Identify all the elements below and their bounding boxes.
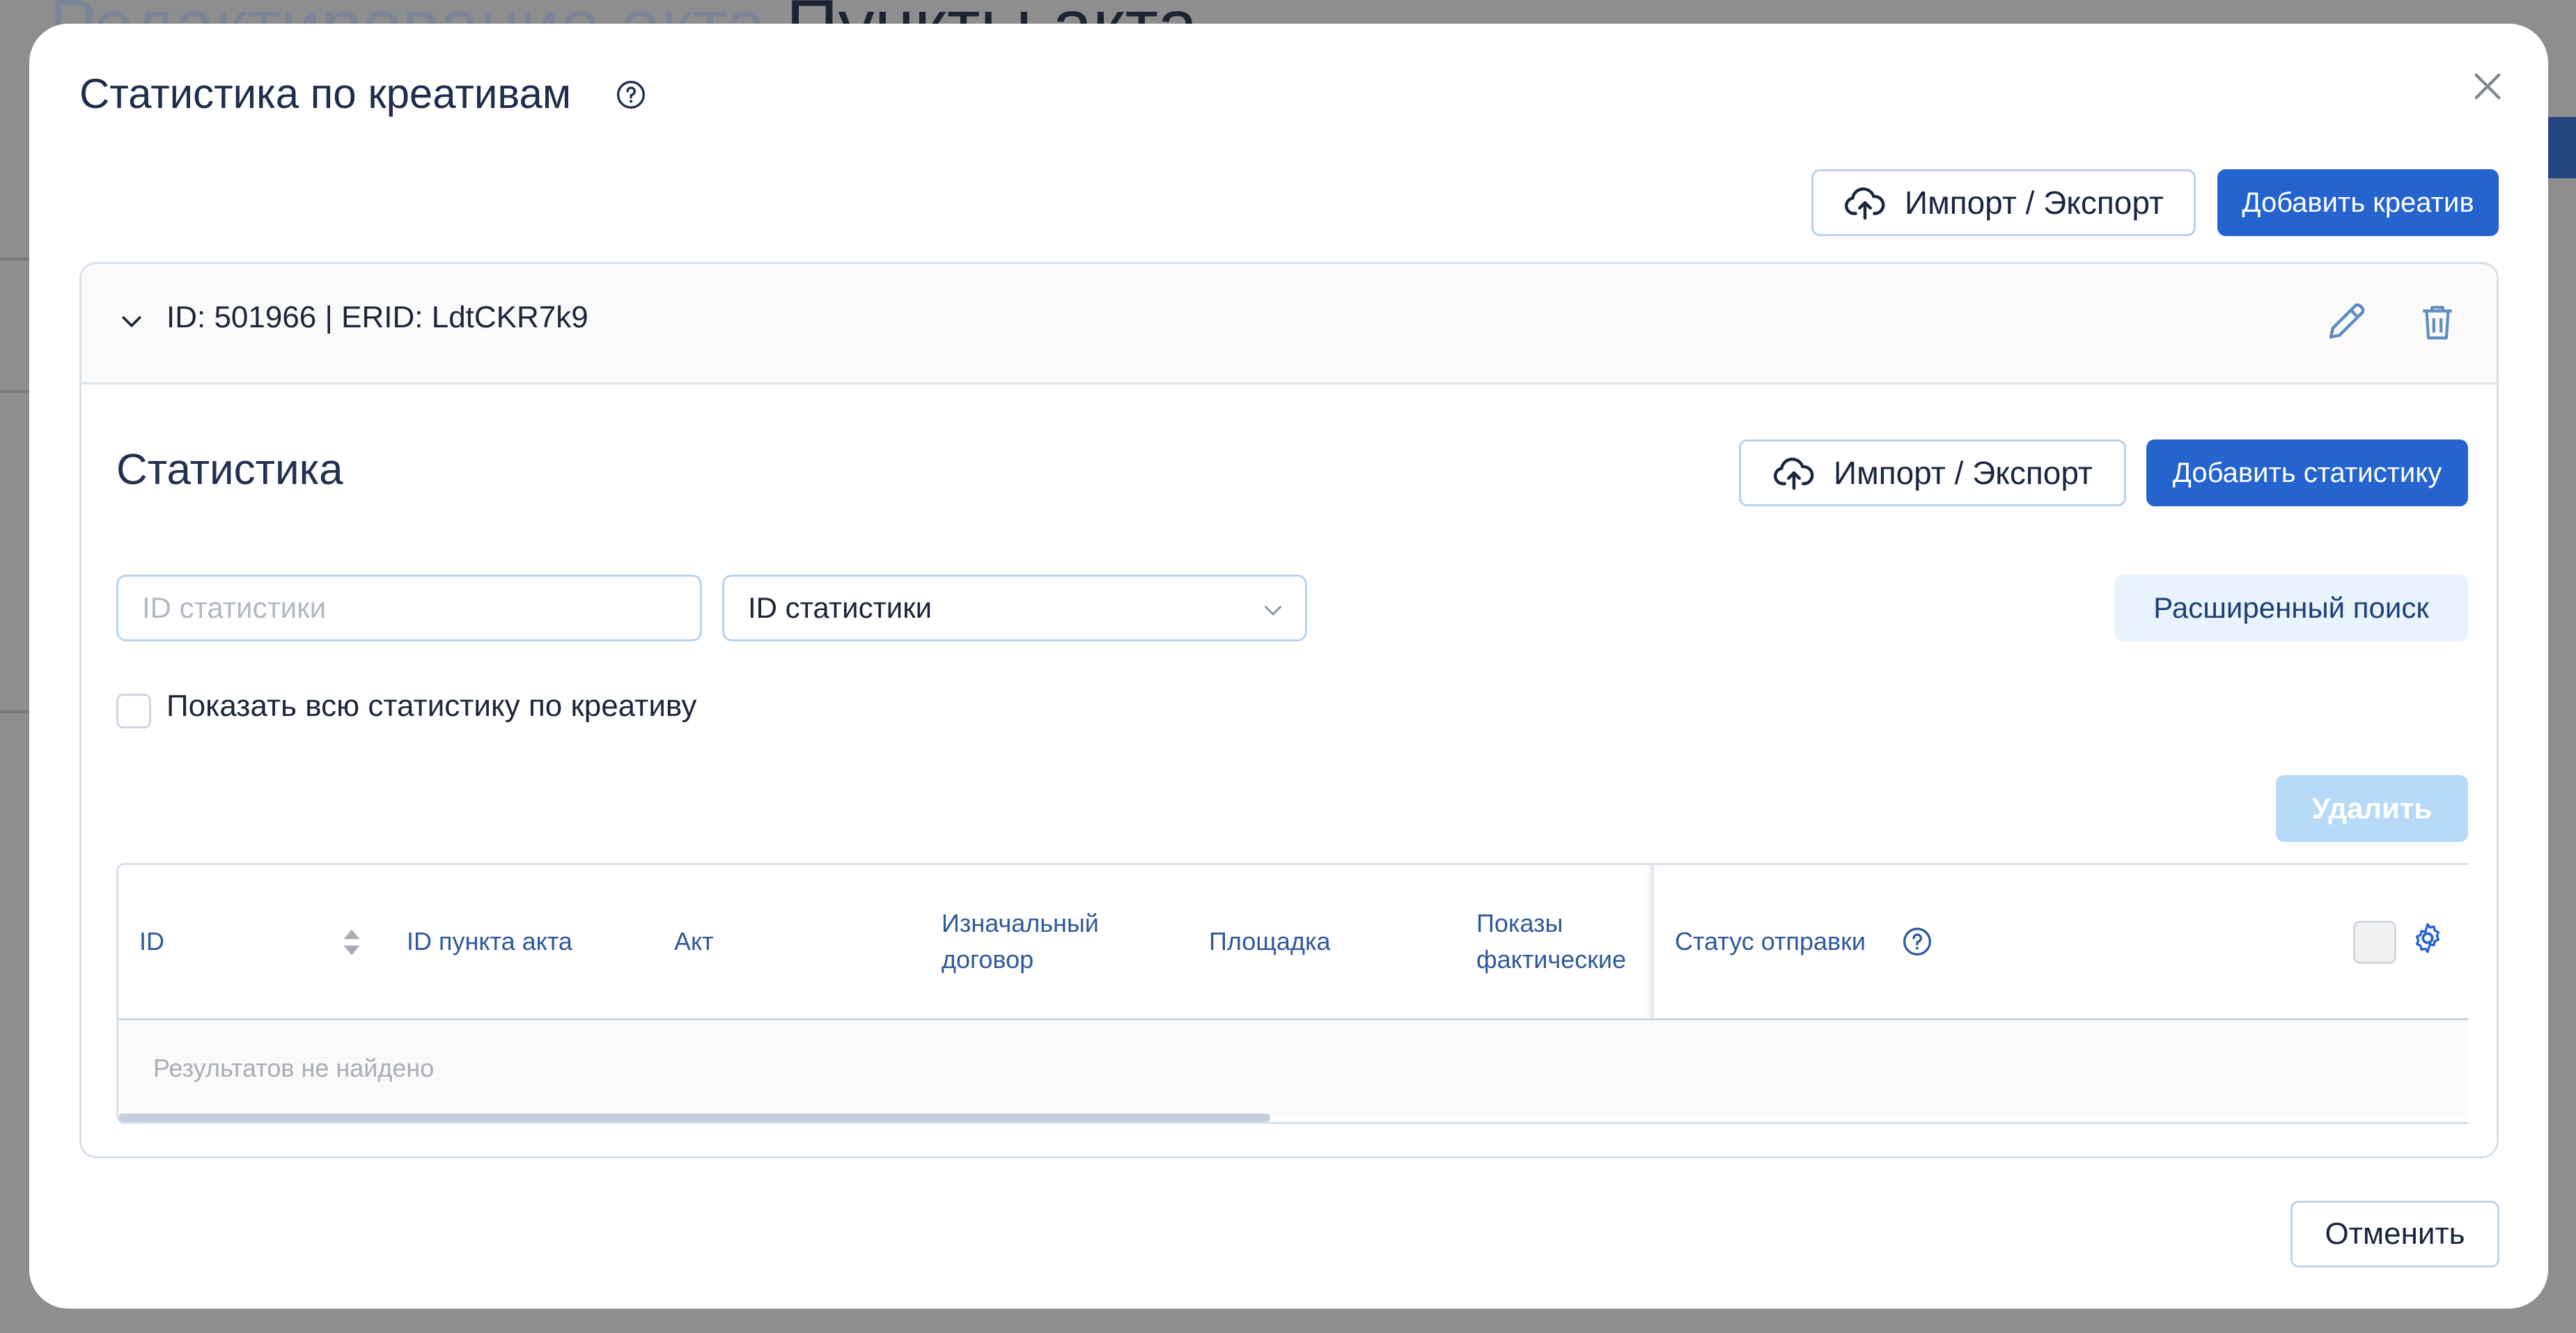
edit-pencil-icon[interactable] (2323, 299, 2369, 345)
help-icon[interactable] (1902, 926, 1933, 957)
sticky-status-column: Статус отправки (1650, 865, 2468, 1018)
advanced-search-button[interactable]: Расширенный поиск (2114, 575, 2468, 641)
statistics-import-export-button[interactable]: Импорт / Экспорт (1739, 439, 2126, 506)
modal-title: Статистика по креативам (79, 70, 572, 117)
column-header-id: ID (139, 927, 164, 956)
upload-cloud-icon (1774, 458, 1814, 490)
creative-card: ID: 501966 | ERID: LdtCKR7k9 Статистика … (79, 262, 2499, 1158)
statistics-section-title: Статистика (116, 446, 343, 494)
show-all-statistics-checkbox[interactable] (116, 694, 151, 728)
column-header-act-item-id: ID пункта акта (407, 927, 572, 956)
import-export-label: Импорт / Экспорт (1905, 185, 2164, 221)
show-all-statistics-label: Показать всю статистику по креативу (166, 689, 697, 723)
creative-statistics-modal: Статистика по креативам Импорт / Экспорт… (29, 24, 2548, 1309)
statistics-import-export-label: Импорт / Экспорт (1834, 455, 2093, 491)
trash-icon[interactable] (2416, 299, 2459, 345)
empty-results-text: Результатов не найдено (153, 1054, 435, 1082)
statistics-table: ID ID пункта акта Акт Изначальный догово… (116, 863, 2468, 1124)
column-header-act: Акт (674, 927, 714, 956)
search-field-selected-value: ID статистики (748, 591, 932, 624)
search-field-select[interactable]: ID статистики (722, 575, 1307, 641)
chevron-down-icon (1265, 606, 1281, 616)
delete-button[interactable]: Удалить (2276, 775, 2468, 842)
gear-icon[interactable] (2410, 921, 2445, 956)
column-header-initial-contract: Изначальный договор (942, 909, 1099, 974)
column-header-platform: Площадка (1209, 927, 1331, 956)
upload-cloud-icon (1845, 187, 1885, 220)
chevron-down-icon[interactable] (118, 307, 146, 335)
add-creative-button[interactable]: Добавить креатив (2217, 169, 2499, 236)
sort-icon[interactable] (341, 926, 362, 958)
search-placeholder: ID статистики (142, 591, 327, 624)
cancel-button[interactable]: Отменить (2290, 1201, 2499, 1268)
table-header: ID ID пункта акта Акт Изначальный догово… (118, 865, 2468, 1020)
column-header-actual-impressions: Показы фактические (1476, 909, 1627, 974)
table-empty-row: Результатов не найдено (118, 1020, 2468, 1118)
import-export-button[interactable]: Импорт / Экспорт (1811, 169, 2196, 236)
creative-card-header[interactable]: ID: 501966 | ERID: LdtCKR7k9 (81, 264, 2497, 384)
statistics-search-input[interactable]: ID статистики (116, 575, 702, 641)
help-icon[interactable] (616, 79, 646, 110)
select-all-checkbox[interactable] (2353, 921, 2396, 964)
creative-id-label: ID: 501966 | ERID: LdtCKR7k9 (166, 300, 588, 334)
column-header-send-status: Статус отправки (1675, 927, 1866, 956)
horizontal-scrollbar[interactable] (118, 1114, 1270, 1122)
close-icon[interactable] (2468, 67, 2507, 106)
add-statistics-button[interactable]: Добавить статистику (2146, 439, 2468, 506)
